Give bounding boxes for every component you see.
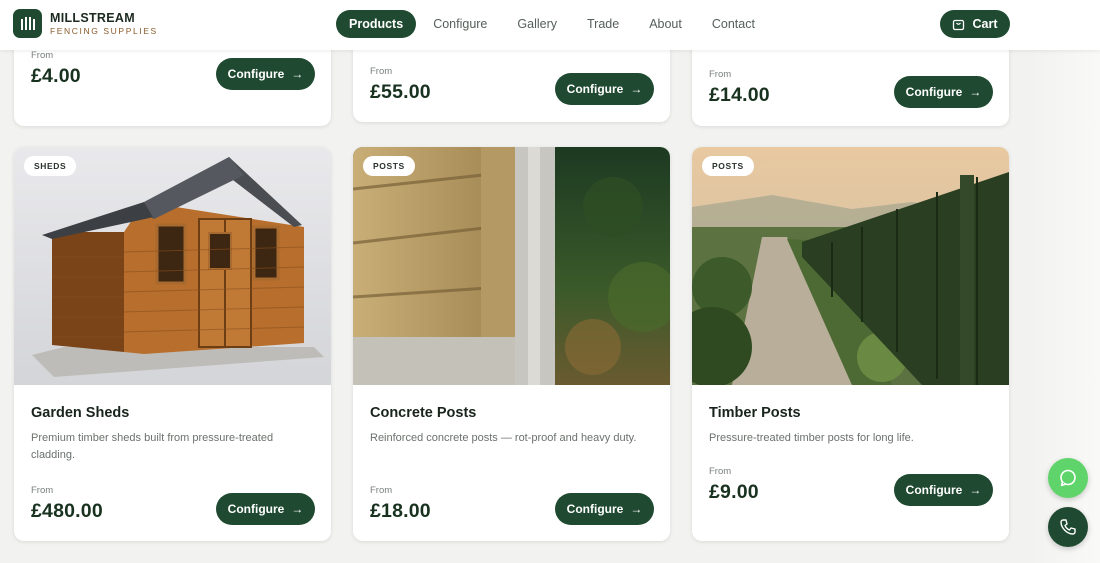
configure-button[interactable]: Configure → (555, 73, 654, 105)
nav-gallery[interactable]: Gallery (504, 10, 570, 38)
configure-button[interactable]: Configure → (894, 76, 993, 108)
category-badge: SHEDS (24, 156, 77, 176)
from-label: From (31, 50, 54, 61)
product-title[interactable]: Timber Posts (709, 405, 801, 421)
from-label: From (709, 466, 732, 477)
product-description: Pressure-treated timber posts for long l… (709, 432, 914, 444)
from-label: From (31, 485, 54, 496)
arrow-right-icon: → (630, 82, 643, 96)
cart-label: Cart (972, 17, 998, 31)
configure-label: Configure (566, 502, 624, 516)
nav-products[interactable]: Products (336, 10, 417, 38)
configure-button[interactable]: Configure → (216, 58, 315, 90)
arrow-right-icon: → (291, 67, 304, 81)
price: £9.00 (709, 481, 759, 503)
configure-label: Configure (227, 502, 285, 516)
product-image-concrete-post[interactable] (353, 147, 670, 385)
arrow-right-icon: → (969, 85, 982, 99)
phone-icon (1060, 519, 1076, 535)
cart-button[interactable]: Cart (940, 10, 1010, 38)
product-title[interactable]: Concrete Posts (370, 405, 476, 421)
brand-logo[interactable]: MILLSTREAM FENCING SUPPLIES (13, 9, 158, 38)
brand-name: MILLSTREAM (50, 11, 135, 25)
price: £480.00 (31, 500, 103, 522)
price: £4.00 (31, 65, 81, 87)
category-badge: POSTS (702, 156, 754, 176)
product-card-timber-posts[interactable]: POSTS Timber Posts Pressure-treated timb… (692, 147, 1009, 541)
site-header: MILLSTREAM FENCING SUPPLIES Products Con… (0, 0, 1100, 50)
configure-label: Configure (905, 85, 963, 99)
arrow-right-icon: → (630, 502, 643, 516)
configure-button[interactable]: Configure → (216, 493, 315, 525)
arrow-right-icon: → (969, 483, 982, 497)
product-image-timber-fence[interactable] (692, 147, 1009, 385)
from-label: From (370, 485, 393, 496)
product-description: Premium timber sheds built from pressure… (31, 432, 274, 461)
product-card-concrete-posts[interactable]: POSTS Concrete Posts Reinforced concrete… (353, 147, 670, 541)
arrow-right-icon: → (291, 502, 304, 516)
configure-label: Configure (227, 67, 285, 81)
brand-tagline: FENCING SUPPLIES (50, 25, 158, 36)
price: £18.00 (370, 500, 431, 522)
category-badge: POSTS (363, 156, 415, 176)
cart-icon (953, 19, 965, 30)
nav-contact[interactable]: Contact (699, 10, 768, 38)
configure-label: Configure (566, 82, 624, 96)
phone-call-button[interactable] (1048, 507, 1088, 547)
from-label: From (370, 66, 393, 77)
price: £55.00 (370, 81, 431, 103)
whatsapp-icon (1060, 469, 1076, 487)
configure-button[interactable]: Configure → (894, 474, 993, 506)
configure-label: Configure (905, 483, 963, 497)
fence-icon (13, 9, 42, 38)
main-nav: Products Configure Gallery Trade About C… (336, 10, 772, 38)
whatsapp-chat-button[interactable] (1048, 458, 1088, 498)
product-card-garden-sheds[interactable]: SHEDS Garden Sheds Premium timber sheds … (14, 147, 331, 541)
configure-button[interactable]: Configure → (555, 493, 654, 525)
nav-about[interactable]: About (636, 10, 695, 38)
price: £14.00 (709, 84, 770, 106)
product-image-shed[interactable] (14, 147, 331, 385)
nav-trade[interactable]: Trade (574, 10, 632, 38)
product-title[interactable]: Garden Sheds (31, 405, 129, 421)
product-description: Reinforced concrete posts — rot-proof an… (370, 432, 637, 444)
from-label: From (709, 69, 732, 80)
nav-configure[interactable]: Configure (420, 10, 500, 38)
